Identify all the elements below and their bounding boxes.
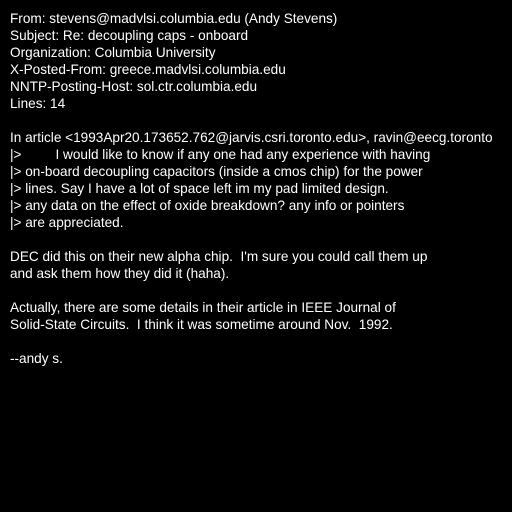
quoted-line: |> any data on the effect of oxide break… bbox=[10, 198, 405, 213]
newsgroup-message-page: From: stevens@madvlsi.columbia.edu (Andy… bbox=[0, 0, 512, 512]
header-lines: Lines: 14 bbox=[10, 96, 66, 111]
attribution-line: In article <1993Apr20.173652.762@jarvis.… bbox=[10, 130, 493, 145]
message-text: From: stevens@madvlsi.columbia.edu (Andy… bbox=[10, 10, 512, 367]
signature: --andy s. bbox=[10, 351, 63, 366]
body-line: Actually, there are some details in thei… bbox=[10, 300, 396, 315]
quoted-line: |> are appreciated. bbox=[10, 215, 124, 230]
header-nntp-posting-host: NNTP-Posting-Host: sol.ctr.columbia.edu bbox=[10, 79, 258, 94]
body-line: and ask them how they did it (haha). bbox=[10, 266, 230, 281]
body-line: DEC did this on their new alpha chip. I'… bbox=[10, 249, 428, 264]
quoted-line: |> I would like to know if any one had a… bbox=[10, 147, 431, 162]
header-from: From: stevens@madvlsi.columbia.edu (Andy… bbox=[10, 11, 338, 26]
header-x-posted-from: X-Posted-From: greece.madvlsi.columbia.e… bbox=[10, 62, 286, 77]
quoted-line: |> lines. Say I have a lot of space left… bbox=[10, 181, 389, 196]
quoted-line: |> on-board decoupling capacitors (insid… bbox=[10, 164, 423, 179]
body-line: Solid-State Circuits. I think it was som… bbox=[10, 317, 393, 332]
header-organization: Organization: Columbia University bbox=[10, 45, 216, 60]
header-subject: Subject: Re: decoupling caps - onboard bbox=[10, 28, 249, 43]
